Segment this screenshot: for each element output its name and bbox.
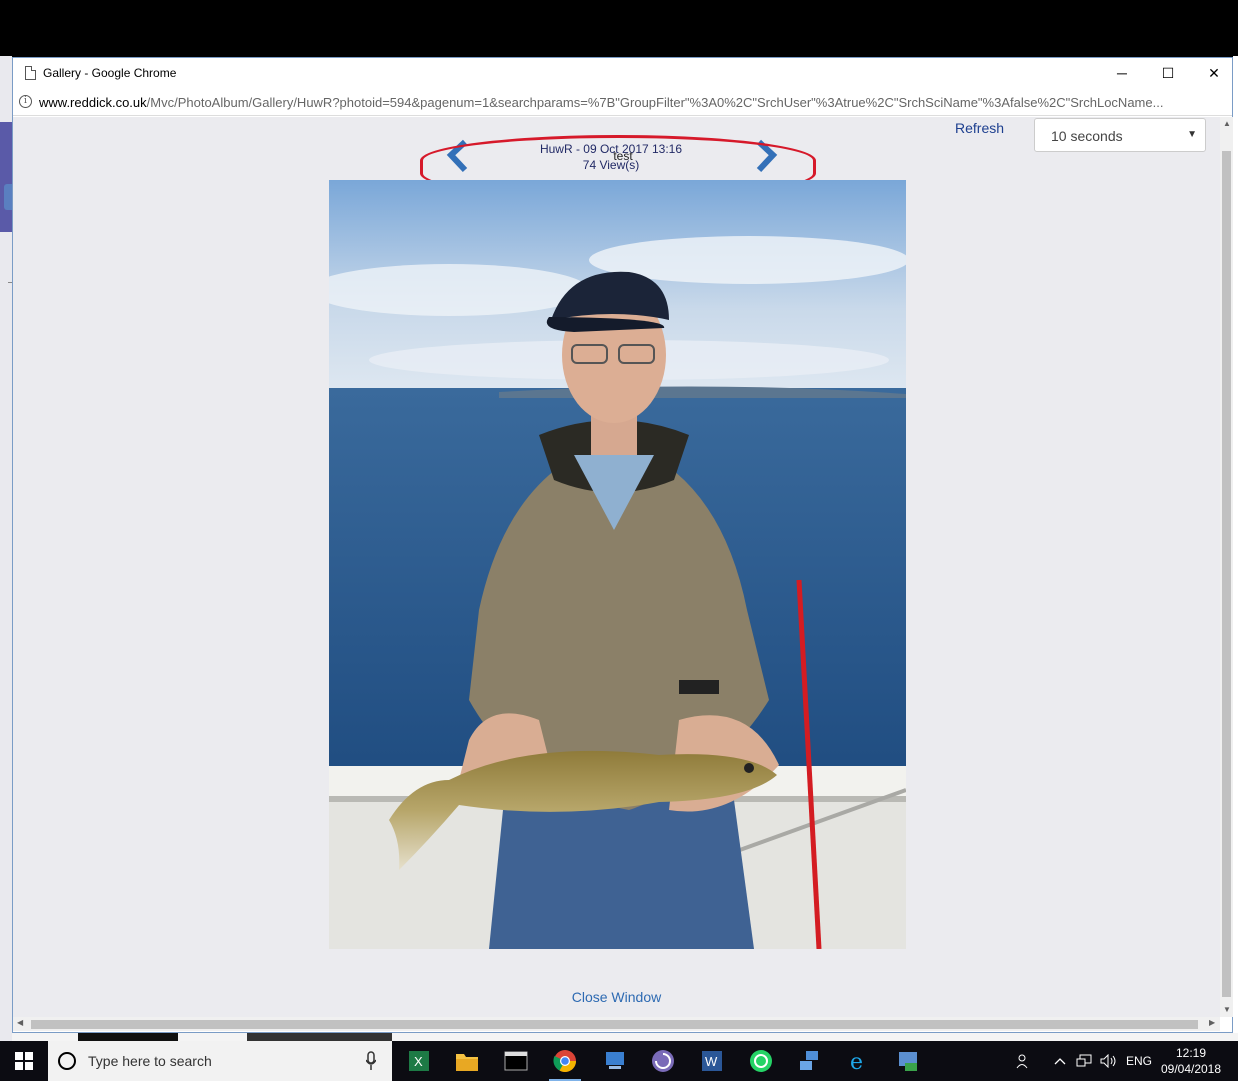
address-bar[interactable]: i www.reddick.co.uk/Mvc/PhotoAlbum/Galle…: [13, 88, 1232, 116]
terminal-icon[interactable]: [496, 1045, 536, 1077]
show-hidden-icons-icon[interactable]: [1054, 1041, 1066, 1081]
internet-explorer-icon[interactable]: e: [839, 1045, 879, 1077]
svg-text:W: W: [705, 1054, 718, 1069]
page-icon: [25, 66, 36, 80]
installer-icon[interactable]: [888, 1045, 928, 1077]
close-window-link[interactable]: Close Window: [13, 989, 1220, 1005]
info-icon[interactable]: i: [19, 95, 32, 108]
remote-desktop-icon[interactable]: [595, 1045, 635, 1077]
window-title: Gallery - Google Chrome: [43, 66, 177, 80]
file-explorer-icon[interactable]: [447, 1045, 487, 1077]
volume-icon[interactable]: [1100, 1041, 1118, 1081]
search-placeholder: Type here to search: [88, 1053, 212, 1069]
cortana-icon[interactable]: [58, 1052, 76, 1070]
interval-value: 10 seconds: [1051, 128, 1123, 144]
scroll-right-icon[interactable]: ▶: [1209, 1018, 1215, 1027]
background-window-bottom: [12, 1033, 1238, 1041]
windows-taskbar: Type here to search X W e ENG 12:19 09/0…: [0, 1041, 1238, 1081]
refresh-link[interactable]: Refresh: [955, 120, 1004, 136]
excel-icon[interactable]: X: [399, 1045, 439, 1077]
url-text[interactable]: www.reddick.co.uk/Mvc/PhotoAlbum/Gallery…: [39, 95, 1229, 110]
microphone-icon[interactable]: [366, 1051, 376, 1071]
taskbar-search-box[interactable]: Type here to search: [48, 1041, 392, 1081]
chevron-down-icon: ▼: [1187, 129, 1197, 140]
windows-logo-icon: [15, 1052, 33, 1070]
title-bar[interactable]: Gallery - Google Chrome ─ ☐ ✕: [13, 58, 1232, 88]
background-window-right: [1233, 56, 1238, 1041]
people-icon[interactable]: [1016, 1041, 1032, 1081]
svg-text:e: e: [850, 1050, 863, 1073]
horizontal-scroll-thumb[interactable]: [31, 1020, 1198, 1029]
close-button[interactable]: ✕: [1191, 58, 1237, 88]
vertical-scroll-thumb[interactable]: [1222, 151, 1231, 997]
gallery-photo[interactable]: [329, 180, 906, 949]
clock-time: 12:19: [1175, 1046, 1207, 1060]
vertical-scrollbar[interactable]: ▲ ▼: [1220, 117, 1233, 1017]
language-indicator[interactable]: ENG: [1126, 1041, 1152, 1081]
scroll-up-icon[interactable]: ▲: [1223, 119, 1231, 128]
gallery-content: Refresh 10 seconds ▼ HuwR - 09 Oct 2017 …: [13, 117, 1220, 1017]
word-icon[interactable]: W: [692, 1045, 732, 1077]
taskbar-clock[interactable]: 12:19 09/04/2018: [1156, 1045, 1226, 1077]
network-icon[interactable]: [1076, 1041, 1092, 1081]
chrome-icon[interactable]: [545, 1045, 585, 1081]
minimize-button[interactable]: ─: [1099, 58, 1145, 88]
scroll-down-icon[interactable]: ▼: [1223, 1005, 1231, 1014]
scroll-left-icon[interactable]: ◀: [17, 1018, 23, 1027]
clock-date: 09/04/2018: [1160, 1062, 1222, 1076]
horizontal-scrollbar[interactable]: ◀ ▶: [13, 1017, 1220, 1031]
top-black-area: [0, 0, 1238, 56]
slideshow-interval-select[interactable]: 10 seconds ▼: [1034, 118, 1206, 152]
start-button[interactable]: [0, 1041, 48, 1081]
app-spiral-icon[interactable]: [643, 1045, 683, 1077]
chrome-popup-window: Gallery - Google Chrome ─ ☐ ✕ i www.redd…: [12, 57, 1233, 1033]
maximize-button[interactable]: ☐: [1145, 58, 1191, 88]
background-window-left: [0, 56, 12, 1041]
svg-text:X: X: [414, 1054, 423, 1069]
network-computer-icon[interactable]: [790, 1045, 830, 1077]
whatsapp-icon[interactable]: [741, 1045, 781, 1077]
